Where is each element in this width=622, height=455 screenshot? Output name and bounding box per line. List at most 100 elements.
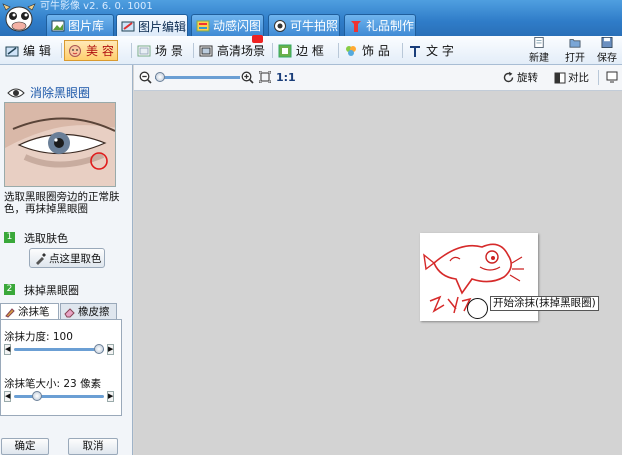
actual-size-button[interactable]: 1:1 [276, 71, 296, 84]
tool-accessory[interactable]: 饰 品 [341, 40, 393, 61]
cancel-button[interactable]: 取消 [68, 438, 118, 455]
tab-camera[interactable]: 可牛拍照 [268, 14, 340, 36]
tab-brush-label: 涂抹笔 [18, 306, 50, 318]
rotate-button[interactable]: 旋转 [502, 70, 538, 85]
size-label: 涂抹笔大小: 23 像素 [4, 378, 102, 390]
tab-label: 图片编辑 [138, 19, 187, 34]
strength-slider[interactable]: ◀ ▶ [4, 344, 114, 356]
slider-track [14, 348, 104, 351]
divider [131, 43, 132, 58]
divider [193, 43, 194, 58]
brush-tooltip: 开始涂抹(抹掉黑眼圈) [490, 296, 599, 311]
divider [598, 70, 599, 85]
hd-scene-icon [199, 45, 213, 56]
scene-icon [137, 45, 151, 56]
brush-settings: 涂抹力度: 100 ◀ ▶ 涂抹笔大小: 23 像素 ◀ ▶ [0, 319, 122, 416]
tool-text[interactable]: 文 字 [405, 40, 457, 61]
zoom-thumb[interactable] [155, 72, 165, 82]
fullscreen-icon[interactable] [606, 71, 618, 83]
tool-label: 美 容 [86, 44, 114, 58]
pick-color-button[interactable]: 点这里取色 [29, 248, 105, 268]
step1-label: 选取肤色 [24, 232, 68, 245]
divider [338, 43, 339, 58]
new-label: 新建 [529, 53, 549, 64]
tab-gift[interactable]: 礼品制作 [344, 14, 416, 36]
tool-label: 高清场景 [217, 44, 266, 58]
cow-logo-icon [2, 3, 36, 32]
instruction-text: 选取黑眼圈旁边的正常肤色，再抹掉黑眼圈 [4, 191, 120, 215]
open-button[interactable]: 打开 [562, 37, 588, 64]
app-title: 可牛影像 v2. 6. 0. 1001 [40, 1, 153, 12]
tab-brush[interactable]: 涂抹笔 [0, 303, 59, 319]
new-file-icon [534, 37, 544, 48]
brush-cursor [467, 298, 488, 319]
eye-icon [7, 88, 25, 98]
eyedropper-icon [36, 252, 46, 265]
tool-label: 饰 品 [362, 44, 390, 58]
tool-beauty[interactable]: 美 容 [64, 40, 118, 61]
ok-button[interactable]: 确定 [1, 438, 49, 455]
zoom-out-icon[interactable] [139, 71, 152, 84]
tab-flash-image[interactable]: 动感闪图 [191, 14, 264, 36]
save-label: 保存 [597, 53, 617, 64]
tool-edit[interactable]: 编 辑 [2, 40, 54, 61]
zoom-track [155, 76, 240, 79]
compare-button[interactable]: 对比 [554, 70, 589, 85]
new-button[interactable]: 新建 [526, 37, 552, 64]
tab-photo-library[interactable]: 图片库 [46, 14, 114, 36]
tool-label: 文 字 [426, 44, 454, 58]
panel-title: 消除黑眼圈 [30, 86, 91, 100]
tab-photo-edit[interactable]: 图片编辑 [116, 14, 188, 37]
open-folder-icon [569, 39, 581, 48]
size-slider[interactable]: ◀ ▶ [4, 391, 114, 403]
text-icon [410, 45, 420, 57]
divider [61, 43, 62, 58]
tab-label: 图片库 [68, 19, 105, 33]
tab-label: 动感闪图 [213, 19, 262, 33]
main-toolbar: 编 辑 美 容 场 景 高清场景 边 框 饰 品 文 字 新建 打开 保存 [0, 35, 622, 65]
canvas-area[interactable] [134, 91, 622, 455]
canvas-toolbar: 1:1 旋转 对比 [134, 65, 622, 91]
tool-hd-scene[interactable]: 高清场景 [196, 35, 268, 61]
photo-edit-icon [121, 21, 135, 32]
strength-label: 涂抹力度: 100 [4, 331, 73, 343]
fit-screen-icon[interactable] [259, 71, 271, 83]
accessory-icon [346, 45, 356, 56]
pick-color-label: 点这里取色 [49, 252, 102, 265]
gift-icon [351, 20, 361, 32]
rotate-label: 旋转 [517, 72, 538, 84]
tool-label: 场 景 [155, 44, 183, 58]
divider [272, 43, 273, 58]
title-bar: 可牛影像 v2. 6. 0. 1001 图片库 图片编辑 动感闪图 可牛拍照 礼… [0, 0, 622, 37]
slider-track [14, 395, 104, 398]
slider-right-arrow[interactable]: ▶ [107, 391, 114, 402]
step2-label: 抹掉黑眼圈 [24, 284, 79, 297]
tool-label: 边 框 [296, 44, 324, 58]
tool-label: 编 辑 [23, 44, 51, 58]
flash-image-icon [196, 20, 210, 31]
step-badge-2: 2 [4, 284, 15, 295]
compare-label: 对比 [568, 72, 589, 84]
eraser-icon [64, 307, 75, 317]
tool-frame[interactable]: 边 框 [275, 40, 327, 61]
beauty-icon [69, 44, 81, 57]
slider-thumb[interactable] [31, 391, 42, 401]
save-disk-icon [601, 37, 613, 48]
tab-label: 可牛拍照 [290, 19, 339, 33]
edit-icon [5, 46, 19, 56]
photo-library-icon [51, 20, 65, 31]
divider [402, 43, 403, 58]
slider-thumb[interactable] [94, 344, 104, 354]
slider-left-arrow[interactable]: ◀ [4, 344, 11, 355]
brush-icon [5, 307, 15, 318]
tab-label: 礼品制作 [366, 19, 415, 33]
frame-icon [278, 44, 292, 57]
tab-eraser[interactable]: 橡皮擦 [60, 303, 117, 319]
slider-left-arrow[interactable]: ◀ [4, 391, 11, 402]
slider-right-arrow[interactable]: ▶ [107, 344, 114, 355]
save-button[interactable]: 保存 [594, 37, 620, 64]
step-badge-1: 1 [4, 232, 15, 243]
open-label: 打开 [565, 53, 585, 64]
tool-scene[interactable]: 场 景 [134, 40, 186, 61]
zoom-in-icon[interactable] [241, 71, 254, 84]
